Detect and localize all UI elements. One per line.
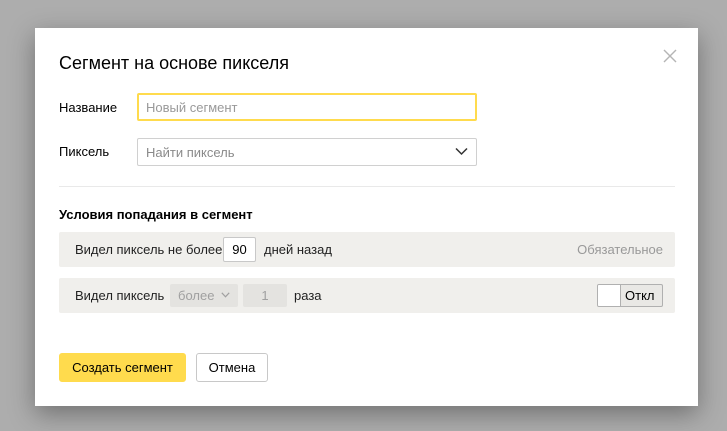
chevron-down-icon: [455, 147, 468, 156]
conditions-title: Условия попадания в сегмент: [59, 207, 253, 222]
operator-select[interactable]: более: [170, 284, 238, 307]
cancel-button[interactable]: Отмена: [196, 353, 268, 382]
pixel-select-placeholder: Найти пиксель: [146, 145, 235, 160]
toggle-label: Откл: [625, 288, 655, 303]
condition-row-frequency: Видел пиксель более раза Откл: [59, 278, 675, 313]
name-input[interactable]: [137, 93, 477, 121]
operator-value: более: [178, 288, 215, 303]
pixel-select[interactable]: Найти пиксель: [137, 138, 477, 166]
chevron-down-icon: [221, 292, 230, 298]
rule1-suffix: дней назад: [264, 242, 332, 257]
toggle-knob: [598, 285, 621, 306]
rule2-toggle[interactable]: Откл: [597, 284, 663, 307]
rule1-prefix: Видел пиксель не более: [75, 242, 223, 257]
count-input[interactable]: [243, 284, 287, 307]
name-label: Название: [59, 100, 118, 115]
dialog-title: Сегмент на основе пикселя: [59, 53, 289, 73]
pixel-label: Пиксель: [59, 144, 110, 159]
days-input[interactable]: [223, 237, 256, 262]
required-badge: Обязательное: [577, 242, 663, 257]
segment-dialog: Сегмент на основе пикселя Название Пиксе…: [35, 28, 698, 406]
close-icon: [663, 49, 677, 63]
condition-row-recency: Видел пиксель не более дней назад Обязат…: [59, 232, 675, 267]
close-button[interactable]: [662, 48, 678, 64]
rule2-suffix: раза: [294, 288, 322, 303]
create-segment-button[interactable]: Создать сегмент: [59, 353, 186, 382]
divider: [59, 186, 675, 187]
rule2-prefix: Видел пиксель: [75, 288, 165, 303]
